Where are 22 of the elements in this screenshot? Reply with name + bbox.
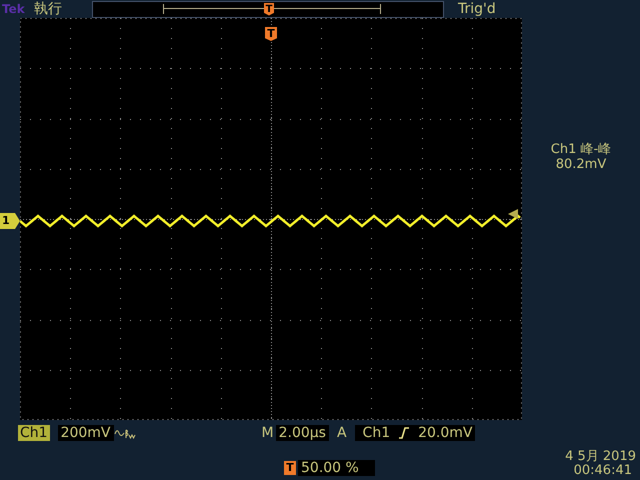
channel-label: Ch1 xyxy=(18,425,50,441)
trigger-label: A xyxy=(336,425,347,441)
rising-edge-icon xyxy=(398,426,410,440)
trigger-position-marker: T xyxy=(264,2,274,16)
trigger-source: Ch1 xyxy=(362,425,390,441)
horizontal-position: 50.00 % xyxy=(298,460,375,476)
vertical-scale: 200mV xyxy=(58,425,114,441)
timebase-value: 2.00µs xyxy=(276,425,329,441)
date-label: 4 5月 2019 xyxy=(565,450,636,464)
measurement-value: 80.2mV xyxy=(554,157,608,172)
bandwidth-limit-icon xyxy=(114,427,136,439)
position-marker: T xyxy=(284,461,296,475)
measurement-label: Ch1 峰-峰 xyxy=(550,142,612,157)
timebase-label: M xyxy=(262,425,274,441)
trigger-status: Trig'd xyxy=(458,1,496,17)
trigger-level: 20.0mV xyxy=(418,425,472,441)
run-state-label: 執行 xyxy=(34,0,63,18)
trigger-marker: T xyxy=(265,27,277,41)
channel-marker: 1 xyxy=(0,213,20,229)
trigger-level-arrow-icon xyxy=(508,209,518,219)
logo: Tek xyxy=(1,2,26,16)
time-label: 00:46:41 xyxy=(572,464,632,478)
